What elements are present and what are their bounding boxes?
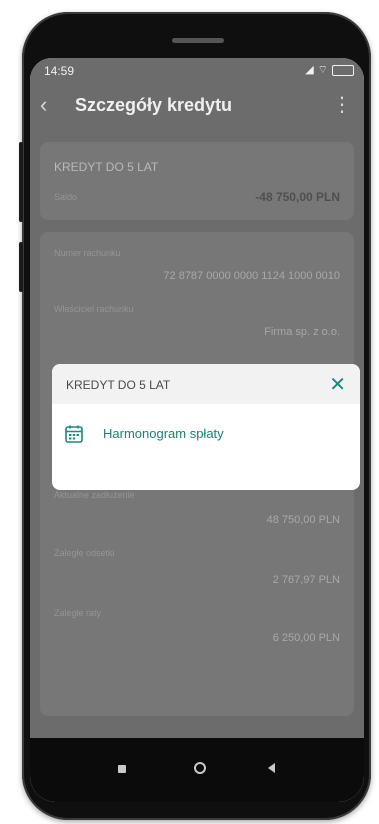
account-number-value: 72 8787 0000 0000 1124 1000 0010 bbox=[163, 270, 340, 282]
dialog-title: KREDYT DO 5 LAT bbox=[66, 378, 171, 392]
loan-actions-dialog: KREDYT DO 5 LAT ✕ Harmonogram spłaty bbox=[52, 364, 360, 490]
system-nav-bar bbox=[30, 738, 364, 802]
volume-button bbox=[19, 142, 23, 222]
overdue-installment-value: 6 250,00 PLN bbox=[272, 632, 340, 644]
power-button bbox=[19, 242, 23, 292]
phone-screen: 14:59 ◢⌔ ‹ Szczegóły kredytu ⋮ KREDYT DO… bbox=[30, 58, 364, 802]
signal-icon: ◢ bbox=[305, 64, 318, 76]
dialog-header: KREDYT DO 5 LAT ✕ bbox=[52, 364, 360, 404]
status-bar: 14:59 ◢⌔ bbox=[30, 58, 364, 84]
repayment-schedule-item[interactable]: Harmonogram spłaty bbox=[52, 404, 360, 490]
back-arrow-icon[interactable]: ‹ bbox=[40, 92, 47, 118]
page-title: Szczegóły kredytu bbox=[75, 95, 233, 115]
overdue-interest-label: Zaległe odsetki bbox=[54, 548, 115, 558]
app-bar: ‹ Szczegóły kredytu ⋮ bbox=[30, 84, 364, 128]
owner-value: Firma sp. z o.o. bbox=[264, 326, 340, 338]
account-number-label: Numer rachunku bbox=[54, 248, 121, 258]
recent-apps-icon[interactable] bbox=[118, 765, 126, 773]
current-debt-label: Aktualne zadłużenie bbox=[54, 490, 135, 500]
battery-icon bbox=[332, 64, 354, 76]
balance-value: -48 750,00 PLN bbox=[255, 190, 340, 204]
close-icon[interactable]: ✕ bbox=[329, 372, 346, 397]
calendar-icon bbox=[65, 425, 83, 443]
status-icons: ◢⌔ bbox=[305, 63, 354, 77]
overdue-interest-value: 2 767,97 PLN bbox=[272, 574, 340, 586]
status-time: 14:59 bbox=[44, 64, 75, 78]
home-icon[interactable] bbox=[194, 762, 206, 774]
owner-label: Właściciel rachunku bbox=[54, 304, 134, 314]
wifi-icon: ⌔ bbox=[317, 64, 332, 76]
repayment-schedule-label: Harmonogram spłaty bbox=[103, 426, 224, 441]
speaker-grille bbox=[172, 38, 224, 43]
current-debt-value: 48 750,00 PLN bbox=[266, 514, 340, 526]
summary-card: KREDYT DO 5 LAT Saldo -48 750,00 PLN bbox=[40, 142, 354, 220]
overdue-installment-label: Zaległe raty bbox=[54, 608, 102, 618]
balance-label: Saldo bbox=[54, 192, 78, 202]
summary-heading: KREDYT DO 5 LAT bbox=[54, 160, 159, 174]
more-vertical-icon[interactable]: ⋮ bbox=[332, 92, 352, 117]
back-icon[interactable] bbox=[268, 763, 275, 773]
